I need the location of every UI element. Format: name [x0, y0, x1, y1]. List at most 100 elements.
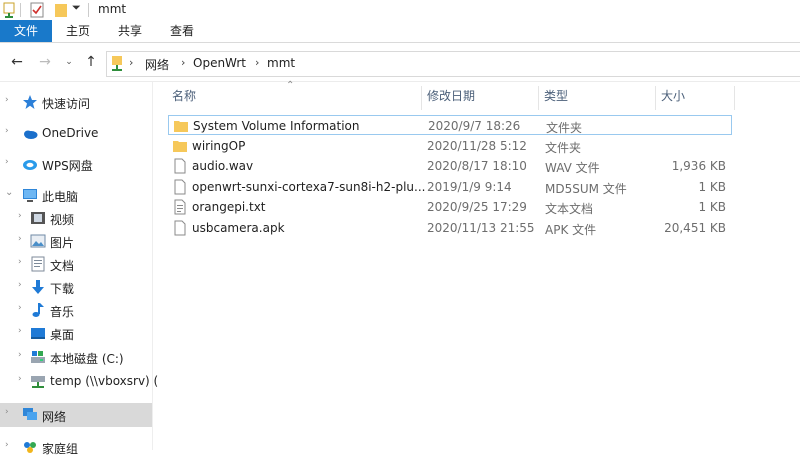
tab-home[interactable]: 主页 — [55, 20, 101, 42]
expand-chevron-icon[interactable]: › — [5, 157, 9, 167]
file-type: 文本文档 — [545, 202, 594, 216]
address-bar[interactable]: › 网络 › OpenWrt › mmt — [106, 51, 800, 77]
tab-view[interactable]: 查看 — [159, 20, 205, 42]
sort-ascending-icon: ⌃ — [286, 80, 295, 91]
file-date: 2020/11/13 21:55 — [427, 221, 535, 235]
breadcrumb-openwrt[interactable]: OpenWrt — [193, 56, 246, 70]
column-header-date[interactable]: 修改日期 — [427, 86, 475, 110]
sidebar-item-onedrive[interactable]: › OneDrive — [0, 122, 152, 144]
sidebar-item-temp-share[interactable]: › temp (\\vboxsrv) ( — [0, 370, 158, 392]
sidebar-item-wps-cloud[interactable]: › WPS网盘 — [0, 153, 152, 175]
pane-splitter[interactable] — [152, 82, 153, 450]
navigation-bar: ← → ⌄ ↑ › 网络 › OpenWrt › mmt — [0, 43, 800, 82]
network-icon — [22, 406, 38, 422]
sidebar-item-quick-access[interactable]: › 快速访问 — [0, 91, 152, 113]
column-divider[interactable] — [421, 86, 422, 110]
navigation-pane: › 快速访问 › OneDrive › WPS网盘 ⌄ 此电脑 › 视频 › 图… — [0, 82, 158, 456]
sidebar-item-this-pc[interactable]: ⌄ 此电脑 — [0, 184, 152, 206]
file-row[interactable]: orangepi.txt 2020/9/25 17:29 文本文档 1 KB — [168, 197, 730, 217]
expand-chevron-icon[interactable]: › — [18, 234, 22, 244]
sidebar-item-videos[interactable]: › 视频 — [0, 207, 152, 229]
text-file-icon — [172, 199, 188, 215]
document-icon — [30, 256, 46, 272]
file-date: 2020/9/7 18:26 — [428, 119, 521, 133]
sidebar-item-pictures[interactable]: › 图片 — [0, 230, 152, 252]
forward-button[interactable]: → — [36, 53, 54, 71]
video-icon — [30, 210, 46, 226]
breadcrumb-network[interactable]: 网络 — [145, 56, 169, 73]
sidebar-item-network[interactable]: › 网络 — [0, 403, 152, 427]
tab-share[interactable]: 共享 — [107, 20, 153, 42]
file-row[interactable]: wiringOP 2020/11/28 5:12 文件夹 — [168, 136, 730, 156]
column-divider[interactable] — [538, 86, 539, 110]
cloud-icon — [22, 125, 38, 141]
file-type: 文件夹 — [546, 121, 583, 135]
breadcrumb-separator: › — [255, 56, 260, 69]
properties-icon[interactable] — [2, 2, 16, 21]
sidebar-item-documents[interactable]: › 文档 — [0, 253, 152, 275]
network-drive-icon — [30, 373, 46, 389]
sidebar-item-homegroup[interactable]: › 家庭组 — [0, 436, 152, 458]
expand-chevron-icon[interactable]: › — [5, 126, 9, 136]
file-row[interactable]: audio.wav 2020/8/17 18:10 WAV 文件 1,936 K… — [168, 156, 730, 176]
network-location-icon — [110, 55, 124, 76]
divider — [88, 3, 89, 17]
expand-chevron-icon[interactable]: › — [18, 280, 22, 290]
star-icon — [22, 94, 38, 110]
file-row[interactable]: usbcamera.apk 2020/11/13 21:55 APK 文件 20… — [168, 218, 730, 238]
file-icon — [172, 220, 188, 236]
column-header-name[interactable]: 名称 — [172, 86, 196, 110]
column-header-size[interactable]: 大小 — [661, 86, 685, 110]
file-name: wiringOP — [192, 139, 246, 153]
homegroup-icon — [22, 439, 38, 455]
column-header-type[interactable]: 类型 — [544, 86, 568, 110]
back-button[interactable]: ← — [8, 53, 26, 71]
file-name: orangepi.txt — [192, 200, 266, 214]
music-icon — [30, 302, 46, 318]
expand-chevron-icon[interactable]: › — [5, 95, 9, 105]
expand-chevron-icon[interactable]: › — [5, 440, 9, 450]
checklist-icon[interactable] — [30, 2, 44, 21]
file-name: System Volume Information — [193, 119, 360, 133]
breadcrumb-mmt[interactable]: mmt — [267, 56, 295, 70]
file-icon — [172, 179, 188, 195]
expand-chevron-icon[interactable]: › — [18, 374, 22, 384]
new-folder-icon[interactable] — [54, 2, 68, 21]
file-row[interactable]: System Volume Information 2020/9/7 18:26… — [168, 115, 732, 135]
expand-chevron-icon[interactable]: › — [18, 303, 22, 313]
file-name: openwrt-sunxi-cortexa7-sun8i-h2-plu... — [192, 180, 426, 194]
expand-chevron-icon[interactable]: › — [5, 407, 9, 417]
sidebar-item-downloads[interactable]: › 下载 — [0, 276, 152, 298]
breadcrumb-separator: › — [181, 56, 186, 69]
sidebar-item-music[interactable]: › 音乐 — [0, 299, 152, 321]
up-button[interactable]: ↑ — [82, 53, 100, 71]
file-date: 2019/1/9 9:14 — [427, 180, 512, 194]
title-bar: ⏷ mmt — [0, 0, 800, 20]
customize-toolbar-icon[interactable]: ⏷ — [72, 1, 81, 15]
expand-chevron-icon[interactable]: › — [18, 257, 22, 267]
sidebar-item-desktop[interactable]: › 桌面 — [0, 322, 152, 344]
file-row[interactable]: openwrt-sunxi-cortexa7-sun8i-h2-plu... 2… — [168, 177, 730, 197]
file-date: 2020/9/25 17:29 — [427, 200, 527, 214]
divider — [20, 3, 21, 17]
file-type: 文件夹 — [545, 141, 582, 155]
recent-locations-button[interactable]: ⌄ — [60, 53, 78, 71]
file-size: 1,936 KB — [671, 159, 726, 173]
expand-chevron-icon[interactable]: › — [18, 211, 22, 221]
window-title: mmt — [98, 2, 127, 16]
folder-icon — [173, 118, 189, 134]
file-type: WAV 文件 — [545, 161, 600, 175]
sidebar-item-local-disk-c[interactable]: › 本地磁盘 (C:) — [0, 346, 152, 368]
expand-chevron-icon[interactable]: › — [18, 350, 22, 360]
folder-icon — [172, 138, 188, 154]
expand-chevron-icon[interactable]: › — [18, 326, 22, 336]
picture-icon — [30, 233, 46, 249]
column-divider[interactable] — [655, 86, 656, 110]
drive-icon — [30, 349, 46, 365]
file-name: audio.wav — [192, 159, 254, 173]
tab-file[interactable]: 文件 — [0, 20, 52, 42]
file-type: MD5SUM 文件 — [545, 182, 627, 196]
collapse-chevron-icon[interactable]: ⌄ — [5, 187, 13, 198]
file-name: usbcamera.apk — [192, 221, 285, 235]
column-divider[interactable] — [734, 86, 735, 110]
